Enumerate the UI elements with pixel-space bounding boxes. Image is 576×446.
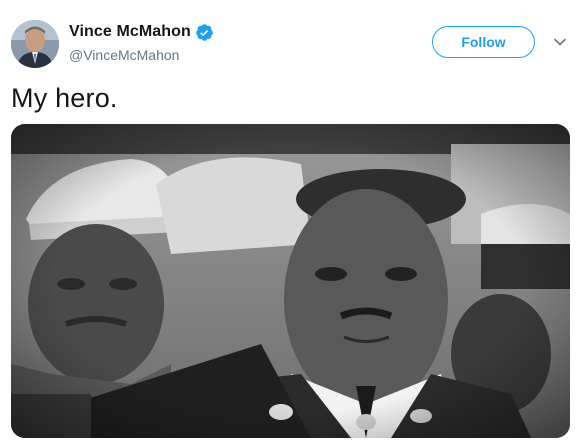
tweet-media-video[interactable] <box>11 124 570 438</box>
tweet-card: Vince McMahon @VinceMcMahon Follow My he… <box>0 0 576 446</box>
follow-button[interactable]: Follow <box>432 26 535 58</box>
handle[interactable]: @VinceMcMahon <box>69 47 214 63</box>
name-row: Vince McMahon <box>69 22 214 42</box>
user-block[interactable]: Vince McMahon @VinceMcMahon <box>69 22 214 63</box>
tweet-text: My hero. <box>11 83 118 113</box>
display-name[interactable]: Vince McMahon <box>69 23 191 41</box>
avatar[interactable] <box>11 20 59 68</box>
avatar-image <box>11 20 59 68</box>
verified-badge-icon <box>195 23 214 42</box>
video-still-image <box>11 124 570 438</box>
chevron-down-icon[interactable] <box>553 35 567 49</box>
